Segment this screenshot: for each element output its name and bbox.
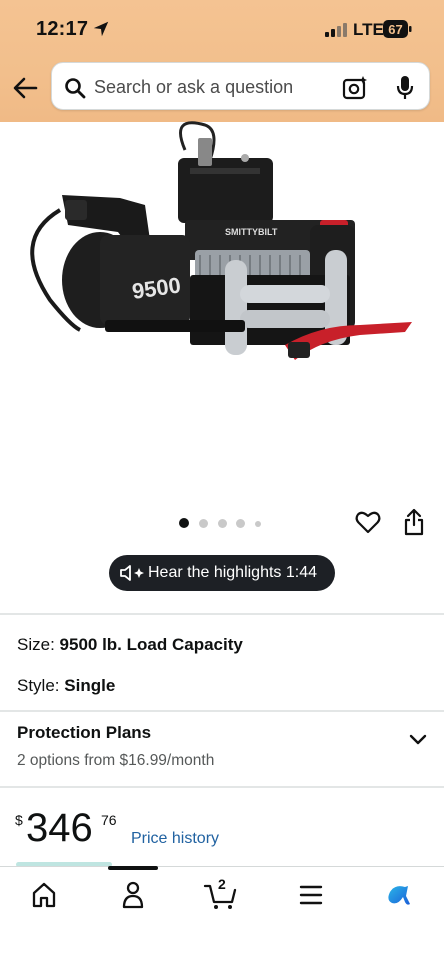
hear-highlights-button[interactable]: Hear the highlights 1:44	[109, 555, 335, 591]
divider	[0, 613, 444, 615]
nav-active-indicator	[108, 866, 158, 870]
rufus-icon[interactable]	[377, 878, 421, 912]
style-value: Single	[64, 676, 116, 695]
price-whole: 346	[26, 806, 93, 850]
menu-icon[interactable]	[289, 878, 333, 912]
size-row[interactable]: Size: 9500 lb. Load Capacity	[17, 635, 243, 655]
price-history-link[interactable]: Price history	[131, 830, 219, 848]
style-row[interactable]: Style: Single	[17, 676, 115, 696]
protection-plans-title: Protection Plans	[17, 723, 152, 742]
search-icon	[65, 78, 86, 99]
size-value: 9500 lb. Load Capacity	[59, 635, 243, 654]
microphone-icon[interactable]	[396, 75, 414, 101]
price-fraction: 76	[101, 812, 117, 828]
product-brand-label: SMITTYBILT	[225, 227, 278, 237]
divider	[0, 710, 444, 712]
hear-highlights-label: Hear the highlights 1:44	[148, 564, 317, 581]
battery-icon: 67	[383, 20, 412, 38]
size-label: Size:	[17, 635, 55, 654]
image-carousel-dots[interactable]	[179, 518, 269, 528]
chevron-down-icon[interactable]	[409, 733, 427, 747]
search-input[interactable]: Search or ask a question	[94, 77, 293, 98]
divider	[0, 786, 444, 788]
status-time: 12:17	[36, 18, 89, 40]
signal-icon	[325, 23, 347, 37]
carousel-dot[interactable]	[179, 518, 189, 528]
carousel-dot[interactable]	[255, 521, 261, 527]
speaker-sparkle-icon	[120, 565, 144, 581]
search-bar[interactable]: Search or ask a question	[51, 62, 430, 110]
location-arrow-icon	[93, 21, 109, 37]
back-arrow-icon[interactable]	[12, 76, 38, 100]
home-icon[interactable]	[22, 878, 66, 912]
carousel-dot[interactable]	[236, 519, 245, 528]
carousel-dot[interactable]	[199, 519, 208, 528]
carousel-dot[interactable]	[218, 519, 227, 528]
protection-plans-subtitle: 2 options from $16.99/month	[17, 752, 215, 769]
network-type: LTE	[353, 20, 384, 39]
battery-level: 67	[388, 22, 402, 37]
account-icon[interactable]	[111, 878, 155, 912]
status-bar: 12:17 LTE 67	[0, 0, 444, 58]
heart-icon[interactable]	[355, 509, 381, 535]
cart-count-badge: 2	[218, 876, 226, 892]
style-label: Style:	[17, 676, 60, 695]
price-currency: $	[15, 812, 23, 828]
product-image[interactable]: SMITTYBILT 9500	[20, 120, 420, 380]
share-icon[interactable]	[402, 508, 426, 536]
camera-search-icon[interactable]	[342, 75, 368, 101]
